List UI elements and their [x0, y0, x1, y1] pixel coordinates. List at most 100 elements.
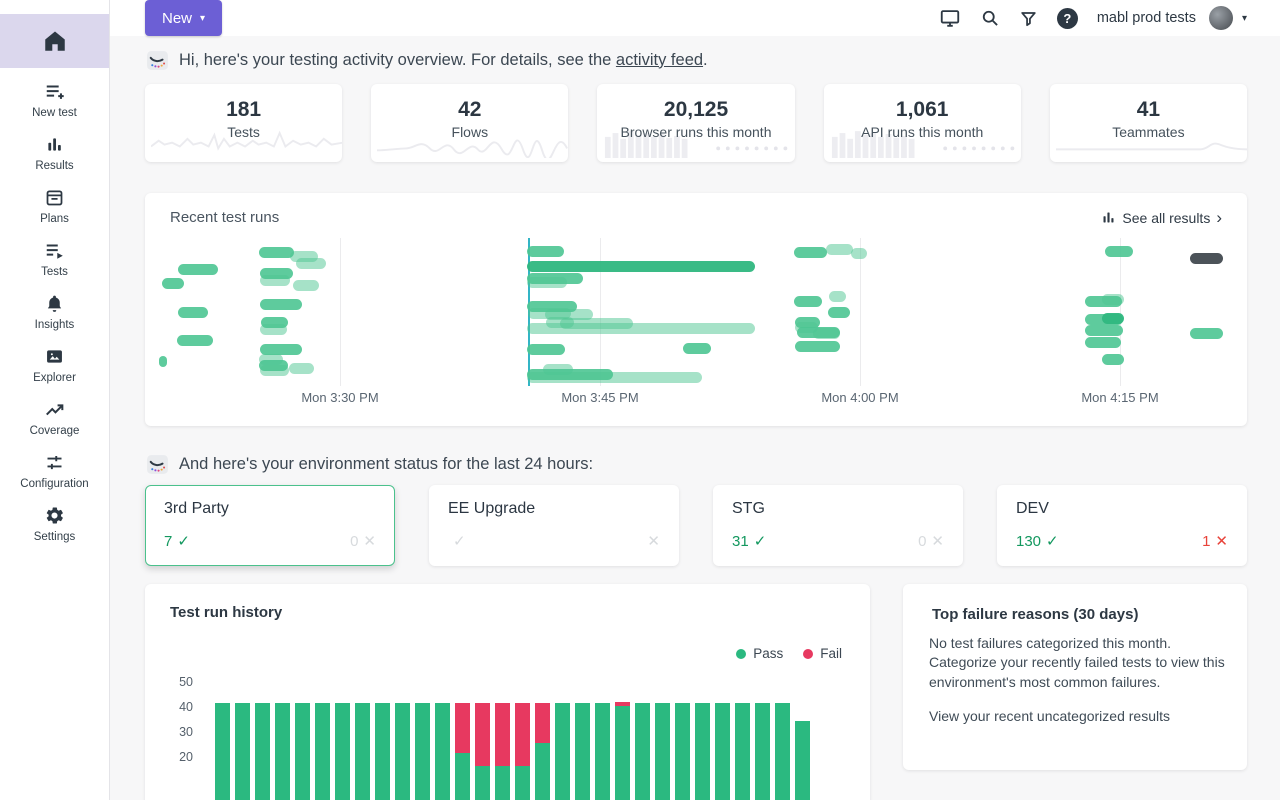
- test-run-pill[interactable]: [794, 296, 822, 307]
- test-run-pill[interactable]: [260, 365, 289, 376]
- test-run-pill[interactable]: [826, 244, 853, 255]
- search-icon[interactable]: [980, 8, 1000, 28]
- avatar[interactable]: [1209, 6, 1233, 30]
- sidebar-item-home[interactable]: [0, 14, 109, 68]
- test-run-pill[interactable]: [828, 307, 850, 318]
- stat-value: 181: [145, 98, 342, 122]
- test-run-pill[interactable]: [829, 291, 846, 302]
- test-run-pill[interactable]: [527, 323, 755, 334]
- env-card-ee-upgrade[interactable]: EE Upgrade✓✕: [429, 485, 679, 566]
- test-run-pill[interactable]: [260, 299, 302, 310]
- test-run-pill[interactable]: [527, 246, 564, 257]
- test-run-pill[interactable]: [1102, 294, 1124, 305]
- pass-segment: [535, 743, 550, 800]
- test-run-pill[interactable]: [813, 328, 840, 339]
- env-card-stg[interactable]: STG31✓0✕: [713, 485, 963, 566]
- test-run-pill[interactable]: [296, 258, 326, 269]
- stat-card-api-runs-this-month[interactable]: 1,061API runs this month: [824, 84, 1021, 162]
- stat-card-tests[interactable]: 181 Tests: [145, 84, 342, 162]
- test-run-pill[interactable]: [1190, 253, 1223, 264]
- configuration-icon: [44, 451, 65, 475]
- test-run-pill[interactable]: [178, 264, 218, 275]
- environment-heading-text: And here's your environment status for t…: [179, 455, 593, 474]
- sidebar-item-insights[interactable]: Insights: [0, 290, 109, 332]
- test-run-pill[interactable]: [527, 344, 565, 355]
- stat-label: Tests: [145, 124, 342, 140]
- env-name: STG: [732, 500, 944, 518]
- uncategorized-results-link[interactable]: View your recent uncategorized results: [929, 707, 1229, 726]
- test-run-pill[interactable]: [162, 278, 184, 289]
- sidebar-item-results[interactable]: Results: [0, 131, 109, 173]
- timeline-time-label: Mon 3:30 PM: [301, 390, 378, 405]
- pass-segment: [255, 703, 270, 800]
- stat-value: 41: [1050, 98, 1247, 122]
- test-run-pill[interactable]: [683, 343, 711, 354]
- new-button[interactable]: New ▾: [145, 0, 222, 36]
- stat-card-teammates[interactable]: 41Teammates: [1050, 84, 1247, 162]
- history-bar: [295, 703, 310, 800]
- history-bar: [735, 703, 750, 800]
- history-bar: [255, 703, 270, 800]
- test-run-pill[interactable]: [260, 275, 290, 286]
- test-run-pill[interactable]: [1085, 325, 1123, 336]
- new-test-icon: [44, 80, 66, 104]
- mabl-logo-icon: [145, 48, 170, 72]
- sidebar-item-settings[interactable]: Settings: [0, 502, 109, 544]
- test-run-pill[interactable]: [177, 335, 213, 346]
- bar-chart-icon: [1101, 210, 1116, 225]
- history-bar: [355, 703, 370, 800]
- pass-segment: [415, 703, 430, 800]
- sidebar-item-plans[interactable]: Plans: [0, 184, 109, 226]
- test-run-pill[interactable]: [1105, 246, 1133, 257]
- test-run-pill[interactable]: [178, 307, 208, 318]
- filter-icon[interactable]: [1019, 9, 1038, 28]
- test-run-pill[interactable]: [795, 341, 840, 352]
- stat-label: Browser runs this month: [597, 124, 794, 140]
- pass-segment: [495, 766, 510, 800]
- fail-segment: [495, 703, 510, 766]
- test-run-pill[interactable]: [527, 261, 755, 272]
- test-run-pill[interactable]: [289, 363, 314, 374]
- plans-icon: [44, 186, 65, 210]
- chevron-down-icon[interactable]: ▾: [1242, 13, 1247, 24]
- sidebar-item-new-test[interactable]: New test: [0, 78, 109, 120]
- env-card-3rd-party[interactable]: 3rd Party7✓0✕: [145, 485, 395, 566]
- desktop-icon[interactable]: [939, 7, 961, 29]
- test-run-pill[interactable]: [527, 372, 702, 383]
- history-bar: [415, 703, 430, 800]
- test-run-pill[interactable]: [794, 247, 827, 258]
- test-run-pill[interactable]: [851, 248, 867, 259]
- stat-value: 42: [371, 98, 568, 122]
- sidebar-item-coverage[interactable]: Coverage: [0, 396, 109, 438]
- env-fail-count: 0✕: [918, 532, 944, 550]
- test-run-pill[interactable]: [159, 356, 167, 367]
- test-run-pill[interactable]: [1190, 328, 1223, 339]
- history-bar: [335, 703, 350, 800]
- help-icon[interactable]: ?: [1057, 8, 1078, 29]
- sidebar-item-label: Insights: [35, 319, 75, 331]
- test-run-pill[interactable]: [259, 247, 294, 258]
- test-run-pill[interactable]: [293, 280, 319, 291]
- test-run-pill[interactable]: [1085, 337, 1121, 348]
- sidebar-item-explorer[interactable]: Explorer: [0, 343, 109, 385]
- env-card-dev[interactable]: DEV130✓1✕: [997, 485, 1247, 566]
- stat-card-browser-runs-this-month[interactable]: 20,125 Browser runs this month: [597, 84, 794, 162]
- test-run-pill[interactable]: [1102, 313, 1124, 324]
- pass-segment: [755, 703, 770, 800]
- stat-value: 20,125: [597, 98, 794, 122]
- mabl-dashboard: New test Results Plans Tests Insights Explore…: [0, 0, 1280, 800]
- sidebar-item-configuration[interactable]: Configuration: [0, 449, 109, 491]
- stat-card-flows[interactable]: 42Flows: [371, 84, 568, 162]
- env-fail-count: ✕: [642, 532, 660, 550]
- test-run-pill[interactable]: [527, 277, 567, 288]
- history-bar: [555, 703, 570, 800]
- test-run-pill[interactable]: [260, 324, 287, 335]
- history-bar: [435, 703, 450, 800]
- activity-feed-link[interactable]: activity feed: [616, 51, 703, 69]
- pass-segment: [295, 703, 310, 800]
- sidebar-item-tests[interactable]: Tests: [0, 237, 109, 279]
- test-run-pill[interactable]: [1102, 354, 1124, 365]
- org-name[interactable]: mabl prod tests: [1097, 10, 1196, 26]
- see-all-results-link[interactable]: See all results ›: [1101, 209, 1222, 226]
- tests-icon: [44, 239, 66, 263]
